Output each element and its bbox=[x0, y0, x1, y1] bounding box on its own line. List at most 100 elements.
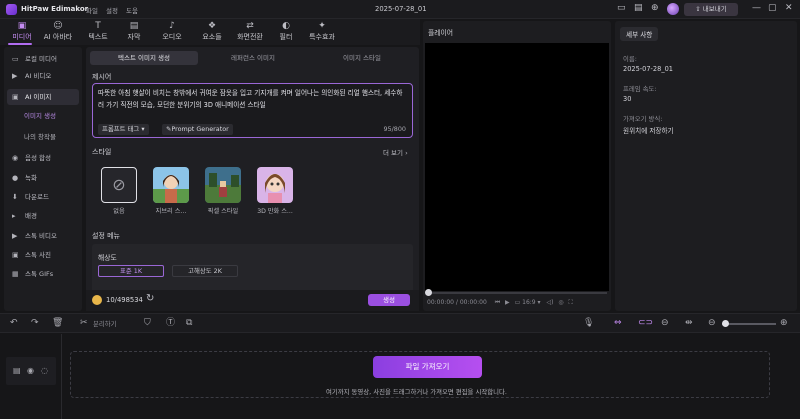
refresh-icon[interactable]: ↻ bbox=[146, 293, 154, 304]
seek-bar[interactable] bbox=[427, 292, 607, 294]
sidebar-item-9[interactable]: ▦ 스톡 GIFs bbox=[7, 266, 79, 282]
tab-subtitle[interactable]: ▤ 자막 bbox=[116, 21, 152, 43]
details-tab[interactable]: 세부 사항 bbox=[620, 27, 659, 41]
download-icon[interactable]: ⊕ bbox=[651, 3, 659, 13]
tab-text-to-image[interactable]: 텍스트 이미지 생성 bbox=[90, 51, 198, 65]
media-sidebar: ▭ 로컬 미디어 ▶ AI 비디오 ▣ AI 이미지 ◉ 음성 합성 ● 녹화 ⬇ 다운로드 ▸ 배경 ▶ 스… bbox=[4, 47, 82, 311]
sidebar-icon: ▶ bbox=[12, 72, 18, 80]
style-pixel[interactable]: 픽셀 스타일 bbox=[205, 167, 241, 217]
sidebar-sub-generate[interactable]: 이미지 생성 bbox=[24, 110, 56, 122]
tab-effects[interactable]: ✦ 특수효과 bbox=[304, 21, 340, 43]
sidebar-item-4[interactable]: ● 녹화 bbox=[7, 170, 79, 186]
aspect-ratio[interactable]: ▭ 16:9 ▾ bbox=[515, 299, 541, 306]
generate-button[interactable]: 생성 bbox=[368, 294, 410, 306]
sidebar-item-7[interactable]: ▶ 스톡 비디오 bbox=[7, 228, 79, 244]
zoom-slider-handle[interactable] bbox=[722, 320, 729, 327]
style-3d-cartoon[interactable]: 3D 만화 스... bbox=[257, 167, 293, 217]
feedback-icon[interactable]: ▤ bbox=[634, 3, 643, 13]
volume-icon[interactable]: ◁) bbox=[546, 299, 553, 306]
fullscreen-icon[interactable]: ⛶ bbox=[569, 299, 573, 306]
subtitle-icon: ▤ bbox=[129, 21, 139, 31]
sidebar-item-label: 녹화 bbox=[25, 174, 37, 182]
tab-transition[interactable]: ⇄ 화면전환 bbox=[232, 21, 268, 43]
zoom-in-icon[interactable]: ⊕ bbox=[780, 318, 788, 329]
chain-icon[interactable]: ⊖ bbox=[661, 318, 669, 329]
delete-icon[interactable]: 🗑 bbox=[52, 318, 63, 329]
sidebar-item-0[interactable]: ▭ 로컬 미디어 bbox=[7, 51, 79, 67]
style-label: 스타일 bbox=[92, 148, 112, 156]
maximize-icon[interactable]: ▢ bbox=[768, 3, 777, 13]
magnet-icon[interactable]: ⊂⊃ bbox=[638, 318, 653, 329]
tab-image-style[interactable]: 이미지 스타일 bbox=[308, 51, 416, 65]
seek-handle[interactable] bbox=[425, 289, 432, 296]
play-icon[interactable]: ▶ bbox=[505, 299, 510, 306]
player-panel: 플레이어 00:00:00 / 00:00:00 ⏮ ▶ ▭ 16:9 ▾ ◁)… bbox=[423, 21, 611, 311]
sidebar-item-6[interactable]: ▸ 배경 bbox=[7, 208, 79, 224]
sidebar-icon: ⬇ bbox=[12, 193, 18, 201]
prompt-text[interactable]: 따뜻한 아침 햇살이 비치는 창밖에서 귀여운 잠옷을 입고 기지개를 켜며 일… bbox=[98, 87, 408, 111]
menu-file[interactable]: 파일 bbox=[86, 5, 98, 15]
track-visibility-icon[interactable]: ◉ bbox=[27, 366, 34, 375]
elements-icon: ❖ bbox=[207, 21, 217, 31]
name-value: 2025-07-28_01 bbox=[623, 65, 674, 73]
settings-label: 설정 메뉴 bbox=[92, 232, 120, 240]
credits-count: 10/498534 bbox=[106, 296, 143, 304]
fit-icon[interactable]: ⇹ bbox=[685, 318, 693, 329]
sidebar-item-1[interactable]: ▶ AI 비디오 bbox=[7, 68, 79, 84]
style-none[interactable]: ⊘ 없음 bbox=[101, 167, 137, 217]
style-ghibli[interactable]: 지브리 스... bbox=[153, 167, 189, 217]
tab-text[interactable]: T 텍스트 bbox=[80, 21, 116, 43]
track-video-icon[interactable]: ▤ bbox=[13, 366, 21, 375]
prompt-generator-button[interactable]: ✎Prompt Generator bbox=[162, 124, 233, 135]
media-icon: ▣ bbox=[17, 21, 27, 31]
sidebar-sub-creations[interactable]: 나의 창작물 bbox=[24, 131, 56, 143]
project-title: 2025-07-28_01 bbox=[375, 5, 427, 13]
shield-icon[interactable]: ⛉ bbox=[144, 318, 151, 329]
tab-filter[interactable]: ◐ 필터 bbox=[268, 21, 304, 43]
monitor-icon[interactable]: ▭ bbox=[617, 3, 626, 13]
tab-label: 오디오 bbox=[162, 33, 182, 41]
settings-area: 해상도 표준 1K 고해상도 2K bbox=[92, 244, 413, 296]
tab-audio[interactable]: ♪ 오디오 bbox=[154, 21, 190, 43]
redo-icon[interactable]: ↷ bbox=[31, 318, 39, 329]
menu-help[interactable]: 도움 bbox=[126, 5, 138, 15]
tab-elements[interactable]: ❖ 요소들 bbox=[194, 21, 230, 43]
sidebar-item-2[interactable]: ▣ AI 이미지 bbox=[7, 89, 79, 105]
zoom-slider[interactable] bbox=[722, 323, 776, 325]
snapshot-icon[interactable]: ◎ bbox=[558, 299, 563, 306]
prompt-tag-button[interactable]: 프롬프트 태그 ▾ bbox=[98, 124, 149, 135]
prompt-input[interactable]: 따뜻한 아침 햇살이 비치는 창밖에서 귀여운 잠옷을 입고 기지개를 켜며 일… bbox=[92, 83, 413, 138]
tab-avatar[interactable]: ☺ AI 아바타 bbox=[40, 21, 76, 43]
link-clips-icon[interactable]: ⇔ bbox=[614, 318, 622, 329]
aspect-ratio-label: 16:9 bbox=[522, 299, 536, 306]
sidebar-icon: ◉ bbox=[12, 154, 19, 162]
split-icon[interactable]: ✂ bbox=[80, 318, 88, 329]
import-files-button[interactable]: 파일 가져오기 bbox=[373, 356, 482, 378]
undo-icon[interactable]: ↶ bbox=[10, 318, 18, 329]
sidebar-item-5[interactable]: ⬇ 다운로드 bbox=[7, 189, 79, 205]
export-button[interactable]: ⇪ 내보내기 bbox=[684, 3, 738, 16]
tab-media[interactable]: ▣ 미디어 bbox=[4, 21, 40, 43]
tab-reference-image[interactable]: 레퍼런스 이미지 bbox=[199, 51, 307, 65]
avatar[interactable] bbox=[667, 3, 679, 15]
split-label[interactable]: 분리하기 bbox=[93, 319, 117, 328]
tab-label: 미디어 bbox=[12, 33, 32, 41]
sidebar-item-label: 스톡 비디오 bbox=[25, 232, 57, 240]
sidebar-item-3[interactable]: ◉ 음성 합성 bbox=[7, 150, 79, 166]
menu-settings[interactable]: 설정 bbox=[106, 5, 118, 15]
resolution-1k-button[interactable]: 표준 1K bbox=[98, 265, 164, 277]
prev-frame-icon[interactable]: ⏮ bbox=[495, 299, 500, 306]
resolution-2k-button[interactable]: 고해상도 2K bbox=[172, 265, 238, 277]
more-link[interactable]: 더 보기 › bbox=[383, 147, 408, 157]
sidebar-item-8[interactable]: ▣ 스톡 사진 bbox=[7, 247, 79, 263]
close-icon[interactable]: ✕ bbox=[785, 3, 793, 13]
crop-icon[interactable]: ⧉ bbox=[186, 318, 192, 329]
audio-icon: ♪ bbox=[169, 21, 175, 31]
mic-icon[interactable]: 🎙 bbox=[583, 318, 594, 329]
minimize-icon[interactable]: — bbox=[752, 3, 761, 13]
text-tool-icon[interactable]: Ⓣ bbox=[166, 318, 175, 329]
sidebar-item-label: 다운로드 bbox=[25, 193, 49, 201]
zoom-out-icon[interactable]: ⊖ bbox=[708, 318, 716, 329]
sidebar-icon: ● bbox=[12, 174, 19, 182]
track-lock-icon[interactable]: ◌ bbox=[41, 366, 48, 375]
